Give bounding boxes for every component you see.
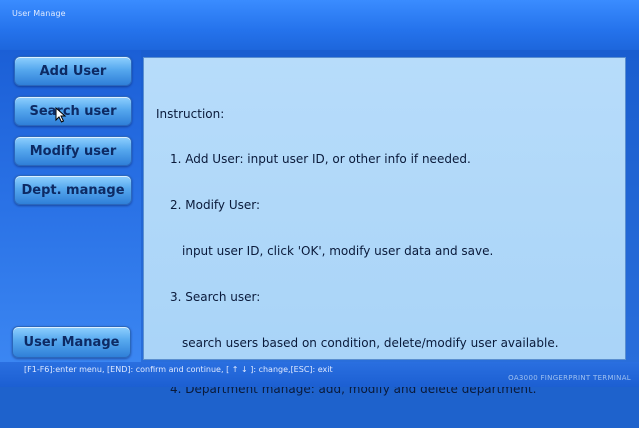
mouse-pointer-icon: [55, 107, 67, 123]
title-bar: User Manage: [0, 0, 639, 50]
screen: User Manage Add User Search user Modify …: [0, 0, 639, 396]
modify-user-button[interactable]: Modify user: [14, 136, 132, 166]
instruction-line: 1. Add User: input user ID, or other inf…: [170, 152, 471, 167]
instruction-line: input user ID, click 'OK', modify user d…: [182, 244, 494, 259]
instruction-line: search users based on condition, delete/…: [182, 336, 559, 351]
instruction-heading: Instruction:: [156, 106, 225, 121]
instruction-line: 2. Modify User:: [170, 198, 261, 213]
dept-manage-button[interactable]: Dept. manage: [14, 175, 132, 205]
user-manage-button[interactable]: User Manage: [12, 326, 131, 358]
search-user-button[interactable]: Search user: [14, 96, 132, 126]
status-hint: [F1-F6]:enter menu, [END]: confirm and c…: [24, 365, 333, 374]
window-title: User Manage: [12, 9, 66, 18]
add-user-button[interactable]: Add User: [14, 56, 132, 86]
device-name: OA3000 FINGERPRINT TERMINAL: [508, 374, 631, 382]
status-bar: [F1-F6]:enter menu, [END]: confirm and c…: [0, 362, 639, 387]
instruction-line: 3. Search user:: [170, 290, 261, 305]
instruction-panel: Instruction: 1. Add User: input user ID,…: [143, 57, 626, 396]
